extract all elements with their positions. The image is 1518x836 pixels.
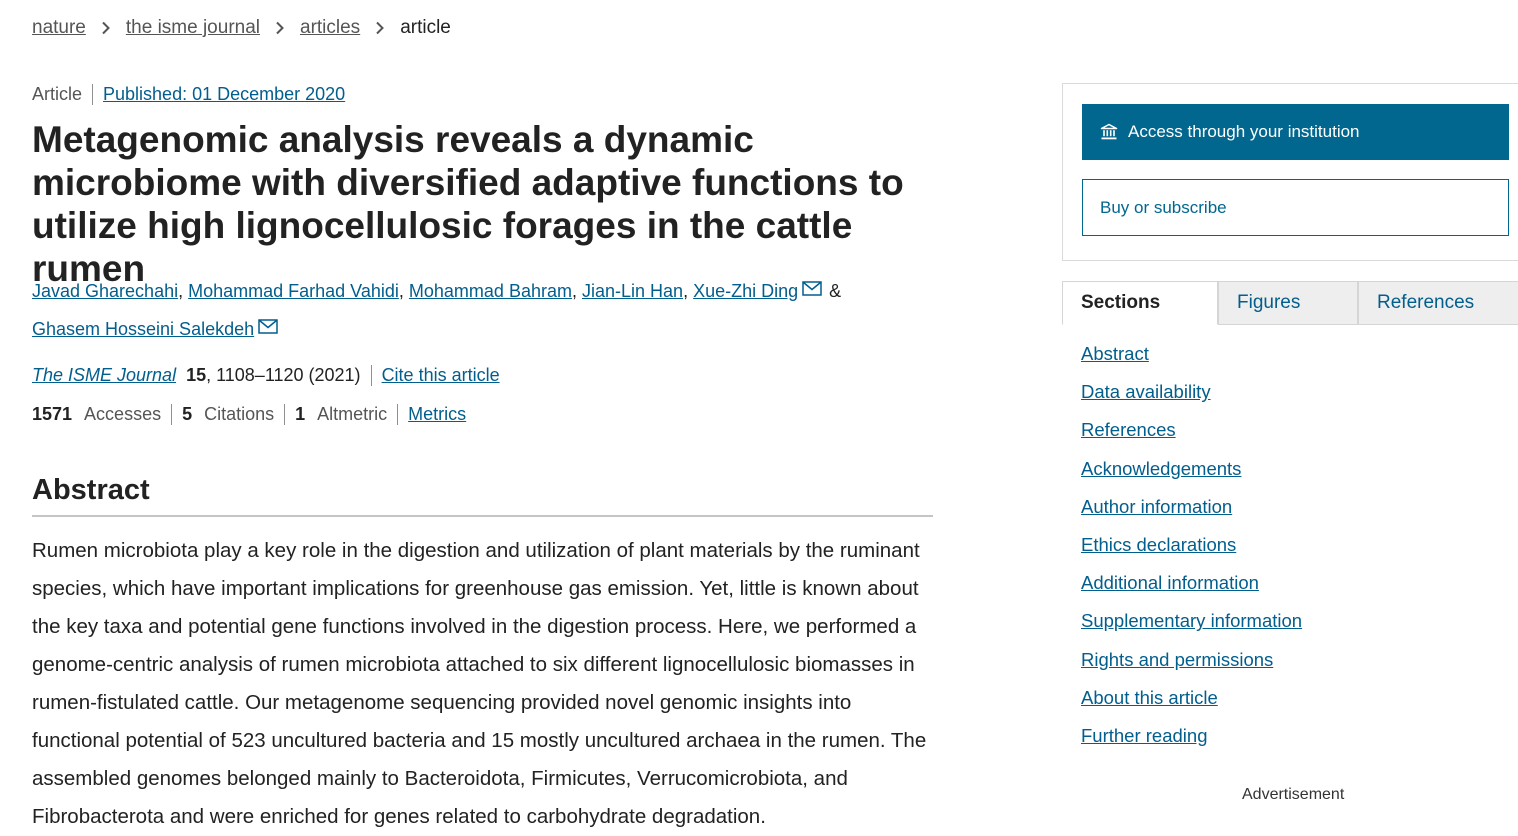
tab-references[interactable]: References: [1358, 281, 1518, 325]
chevron-right-icon: [99, 21, 113, 35]
section-link-additional-information[interactable]: Additional information: [1081, 572, 1259, 593]
metrics-link[interactable]: Metrics: [408, 404, 466, 425]
article-type: Article: [32, 84, 94, 105]
accesses-metric: 1571 Accesses: [32, 404, 173, 425]
mail-icon[interactable]: [802, 272, 822, 309]
section-link-ethics-declarations[interactable]: Ethics declarations: [1081, 534, 1236, 555]
breadcrumb-the-isme-journal[interactable]: the isme journal: [126, 17, 260, 39]
chevron-right-icon: [273, 21, 287, 35]
author-link[interactable]: Mohammad Bahram: [409, 281, 572, 301]
article-title: Metagenomic analysis reveals a dynamic m…: [32, 119, 904, 289]
author-list: Javad Gharechahi, Mohammad Farhad Vahidi…: [32, 272, 912, 348]
journal-volume: 15: [186, 365, 207, 385]
mail-icon[interactable]: [258, 310, 278, 347]
accesses-count: 1571: [32, 404, 73, 424]
access-through-institution-button[interactable]: Access through your institution: [1082, 104, 1509, 160]
sidebar-tabs: Sections Figures References: [1062, 281, 1518, 325]
breadcrumb-current: article: [400, 17, 451, 38]
abstract-heading: Abstract: [32, 474, 933, 517]
cite-this-article-link[interactable]: Cite this article: [370, 365, 500, 386]
section-link-about-this-article[interactable]: About this article: [1081, 687, 1218, 708]
section-link-further-reading[interactable]: Further reading: [1081, 725, 1207, 746]
author-link[interactable]: Ghasem Hosseini Salekdeh: [32, 319, 254, 339]
journal-pages-year: , 1108–1120 (2021): [206, 365, 361, 385]
published-date-link[interactable]: Published: 01 December 2020: [93, 84, 345, 105]
section-link-references[interactable]: References: [1081, 419, 1176, 440]
authors-ampersand: &: [829, 281, 842, 301]
sections-list: Abstract Data availability References Ac…: [1081, 341, 1302, 761]
altmetric-label: Altmetric: [317, 404, 388, 424]
author-link[interactable]: Xue-Zhi Ding: [693, 281, 798, 301]
citations-metric: 5 Citations: [182, 404, 286, 425]
chevron-right-icon: [373, 21, 387, 35]
breadcrumb-nature[interactable]: nature: [32, 17, 86, 39]
journal-name-link[interactable]: The ISME Journal: [32, 365, 176, 386]
citations-label: Citations: [204, 404, 275, 424]
citations-count: 5: [182, 404, 193, 424]
journal-volume-info: 15, 1108–1120 (2021): [186, 365, 361, 386]
altmetric-count: 1: [295, 404, 306, 424]
tab-sections[interactable]: Sections: [1062, 281, 1218, 325]
article-metrics: 1571 Accesses 5 Citations 1 Altmetric Metri…: [32, 404, 466, 425]
section-link-abstract[interactable]: Abstract: [1081, 343, 1149, 364]
author-link[interactable]: Jian-Lin Han: [582, 281, 683, 301]
altmetric-metric: 1 Altmetric: [295, 404, 399, 425]
buy-or-subscribe-button[interactable]: Buy or subscribe: [1082, 179, 1509, 236]
accesses-label: Accesses: [84, 404, 162, 424]
section-link-rights-and-permissions[interactable]: Rights and permissions: [1081, 649, 1273, 670]
author-link[interactable]: Javad Gharechahi: [32, 281, 178, 301]
abstract-text: Rumen microbiota play a key role in the …: [32, 539, 927, 828]
breadcrumb-articles[interactable]: articles: [300, 17, 360, 39]
section-link-data-availability[interactable]: Data availability: [1081, 381, 1211, 402]
access-button-label: Access through your institution: [1128, 122, 1360, 141]
article-meta: Article Published: 01 December 2020: [32, 84, 345, 105]
tab-figures[interactable]: Figures: [1218, 281, 1358, 325]
author-link[interactable]: Mohammad Farhad Vahidi: [188, 281, 399, 301]
section-link-author-information[interactable]: Author information: [1081, 496, 1232, 517]
section-link-supplementary-information[interactable]: Supplementary information: [1081, 610, 1302, 631]
advertisement-label: Advertisement: [1242, 786, 1345, 803]
section-link-acknowledgements[interactable]: Acknowledgements: [1081, 458, 1241, 479]
breadcrumb: nature the isme journal articles article: [32, 17, 451, 39]
institution-icon: [1100, 123, 1118, 141]
journal-citation: The ISME Journal 15, 1108–1120 (2021) Ci…: [32, 365, 500, 386]
